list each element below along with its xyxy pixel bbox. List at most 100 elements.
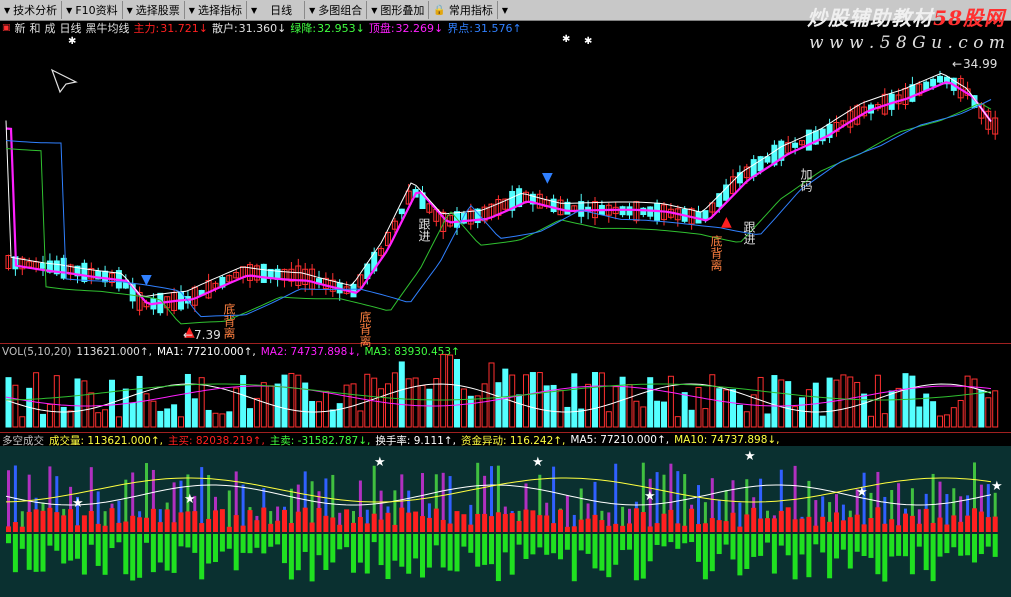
dk-sell-bar xyxy=(502,534,508,553)
dk-sell-bar xyxy=(268,534,274,547)
dk-buy-bar xyxy=(751,507,757,532)
dk-sell-bar xyxy=(130,534,136,581)
volume-bar xyxy=(184,373,191,428)
dk-sell-bar xyxy=(778,534,784,546)
star-icon: ★ xyxy=(991,479,1003,494)
dk-buy-bar xyxy=(502,514,508,532)
dk-buy-bar xyxy=(834,512,839,532)
dk-sell-bar xyxy=(489,534,494,565)
volume-bar xyxy=(295,374,302,428)
dk-buy-bar xyxy=(185,511,191,532)
dk-sell-bar xyxy=(709,534,715,572)
dk-buy-bar xyxy=(523,509,529,532)
dk-sell-bar xyxy=(592,534,598,569)
candle-body xyxy=(81,262,88,282)
volume-bar xyxy=(592,372,598,428)
volume-bar xyxy=(902,373,909,428)
dk-up-bar xyxy=(614,463,618,532)
volume-bar xyxy=(129,402,136,428)
volume-bar xyxy=(316,401,322,428)
dk-sell-bar xyxy=(344,534,350,548)
dk-buy-bar xyxy=(40,510,46,532)
dk-sell-bar xyxy=(737,534,743,576)
volume-bar xyxy=(260,382,267,428)
volume-bar xyxy=(60,406,67,428)
dk-buy-bar xyxy=(392,524,398,532)
dk-buy-bar xyxy=(102,525,108,532)
volume-bar xyxy=(895,387,902,428)
dk-sell-bar xyxy=(771,534,777,574)
dk-buy-bar xyxy=(116,522,122,532)
dk-sell-bar xyxy=(116,534,122,543)
dk-buy-bar xyxy=(226,526,232,532)
volume-bar xyxy=(74,378,81,428)
dk-sell-bar xyxy=(523,534,529,559)
volume-bar xyxy=(288,372,295,428)
dk-buy-bar xyxy=(737,526,743,532)
dk-buy-bar xyxy=(620,525,626,532)
dk-sell-bar xyxy=(544,534,550,555)
volume-bar xyxy=(709,374,716,428)
dk-sell-bar xyxy=(102,534,108,575)
volume-bar xyxy=(495,382,502,428)
volume-bar xyxy=(523,374,529,428)
volume-bar xyxy=(688,409,695,428)
volume-bar xyxy=(771,375,778,428)
volume-bar xyxy=(633,400,640,428)
volume-bar xyxy=(19,416,26,428)
dk-buy-bar xyxy=(344,509,350,532)
dk-buy-bar xyxy=(903,513,908,532)
dk-sell-bar xyxy=(371,534,377,543)
dk-buy-bar xyxy=(799,518,805,532)
dk-sell-bar xyxy=(585,534,591,554)
dk-sell-bar xyxy=(213,534,218,563)
volume-bar xyxy=(812,382,819,428)
high-arrow: ← xyxy=(952,57,962,71)
dk-buy-bar xyxy=(109,508,115,532)
dk-buy-bar xyxy=(81,515,87,532)
volume-bar xyxy=(909,375,916,428)
dk-buy-bar xyxy=(558,509,563,532)
star-icon: ★ xyxy=(532,455,544,470)
dk-buy-bar xyxy=(792,519,798,532)
dk-sell-bar xyxy=(302,534,308,552)
dk-sell-bar xyxy=(792,534,798,580)
dk-sell-bar xyxy=(54,534,60,551)
volume-bar xyxy=(778,379,785,428)
volume-bar xyxy=(799,397,805,428)
annotation-text: 底背离 xyxy=(709,234,723,272)
dk-sell-bar xyxy=(440,534,446,568)
dk-buy-bar xyxy=(958,521,964,532)
dk-sell-bar xyxy=(765,534,770,543)
dk-sell-bar xyxy=(834,534,839,559)
dk-buy-bar xyxy=(26,511,32,532)
volume-bar xyxy=(785,381,792,428)
dk-buy-bar xyxy=(537,515,543,532)
dk-sell-bar xyxy=(157,534,163,563)
dk-sell-bar xyxy=(81,534,87,575)
volume-bar xyxy=(433,378,440,428)
dk-sell-bar xyxy=(109,534,115,549)
volume-bar xyxy=(5,377,12,428)
dk-sell-bar xyxy=(633,534,639,581)
star-icon: ★ xyxy=(744,449,756,464)
dk-sell-bar xyxy=(668,534,674,543)
dk-sell-bar xyxy=(61,534,67,564)
dk-buy-bar xyxy=(468,524,474,532)
volume-bar xyxy=(923,393,930,428)
dk-buy-bar xyxy=(247,510,253,532)
dk-sell-bar xyxy=(351,534,356,573)
dk-sell-bar xyxy=(288,534,294,580)
candle-body xyxy=(702,210,709,220)
dk-buy-bar xyxy=(399,507,405,532)
kline-chart[interactable]: ★ ★★ ★★★★ ★▼▼▲▲✱ ✱ ✱ 34.99 ← 7.39 ← 底背离 底背离 跟… xyxy=(0,0,1011,597)
dk-buy-bar xyxy=(323,515,329,532)
volume-bar xyxy=(81,380,88,428)
volume-bar xyxy=(233,387,240,428)
dk-buy-bar xyxy=(364,523,370,532)
dk-sell-bar xyxy=(323,534,329,570)
dk-buy-bar xyxy=(771,518,777,532)
volume-bar xyxy=(674,416,681,428)
dk-sell-bar xyxy=(164,534,170,571)
volume-bar xyxy=(481,383,488,428)
